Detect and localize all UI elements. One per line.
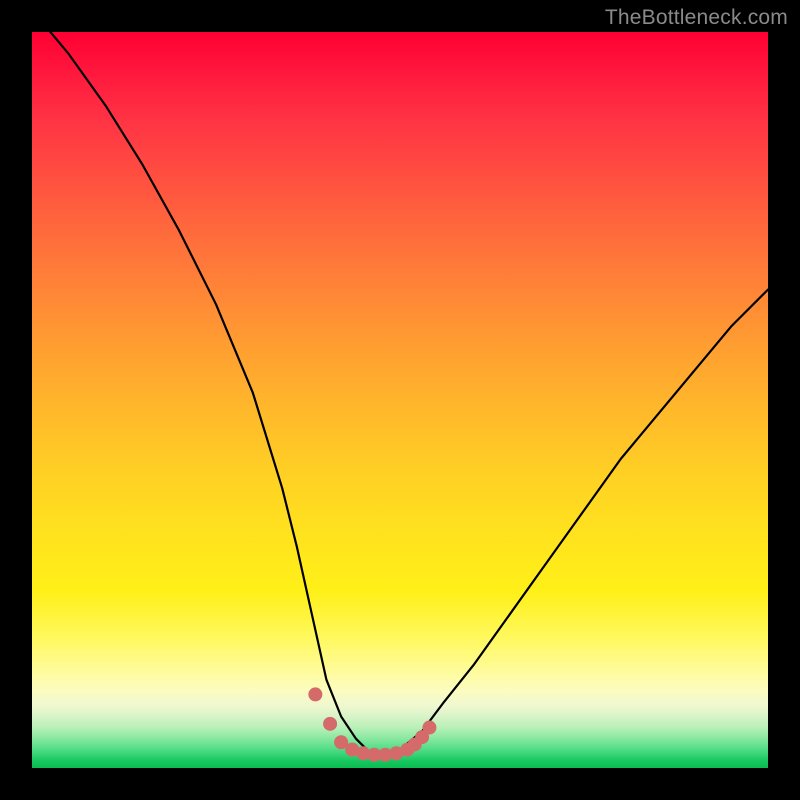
chart-frame: TheBottleneck.com (0, 0, 800, 800)
optimal-marker-dot (308, 687, 322, 701)
watermark-text: TheBottleneck.com (605, 6, 788, 30)
optimal-marker-dot (323, 717, 337, 731)
plot-area (32, 32, 768, 768)
bottleneck-curve-path (32, 32, 768, 757)
optimal-marker-dot (422, 721, 436, 735)
curve-svg (32, 32, 768, 768)
